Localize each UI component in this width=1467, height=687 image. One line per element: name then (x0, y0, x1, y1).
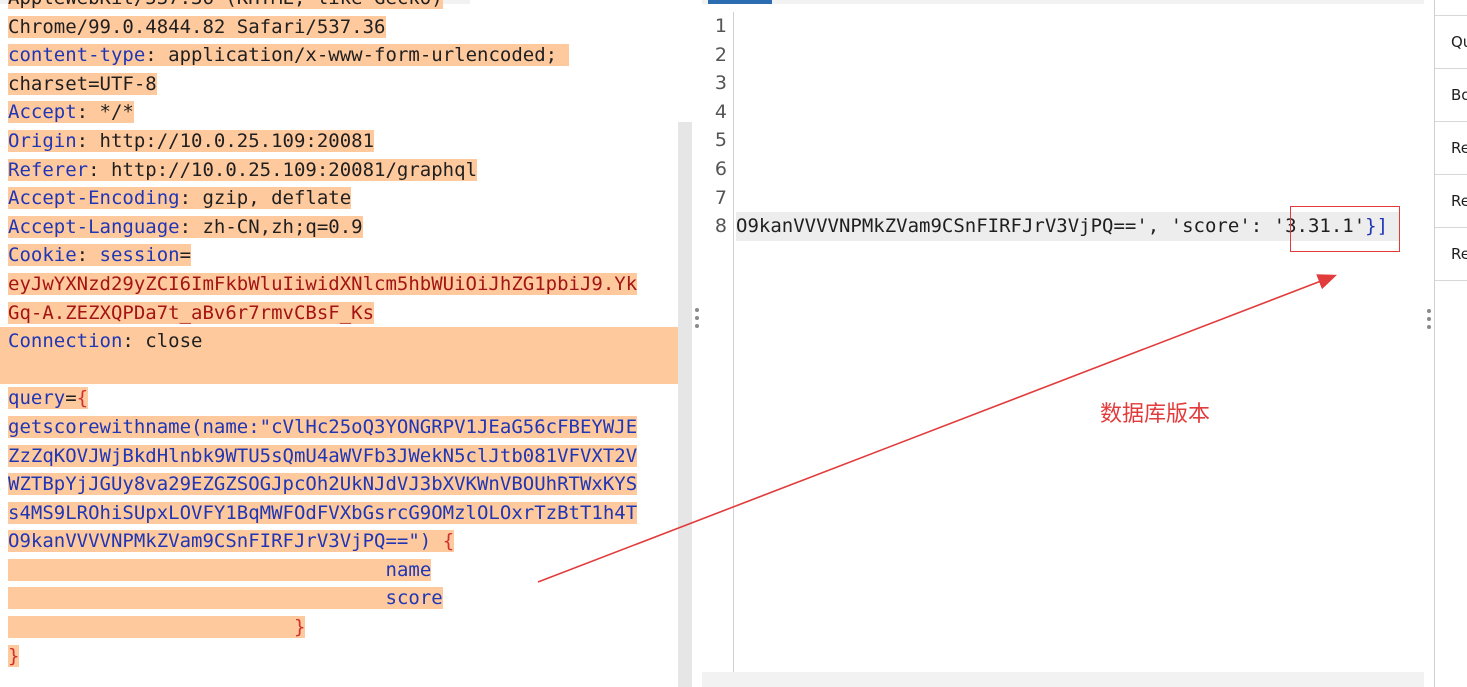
response-tab-strip (702, 0, 1424, 4)
annotation-label: 数据库版本 (1100, 402, 1211, 427)
request-line[interactable] (0, 355, 678, 385)
request-token: } (293, 616, 306, 639)
request-line[interactable]: Cookie: session= (0, 241, 678, 270)
splitter-grip-dot (695, 324, 699, 328)
request-token: query (8, 387, 66, 410)
line-number: 5 (714, 129, 727, 152)
splitter-grip-dot (1427, 309, 1431, 313)
line-number: 7 (714, 186, 727, 209)
request-token: : (76, 244, 100, 267)
request-token: getscorewithname(name:"cVlHc25oQ3YONGRPV… (8, 415, 638, 438)
request-token: s4MS9LROhiSUpxLOVFY1BqMWFOdFVXbGsrcG9OMz… (8, 501, 638, 524)
request-token: WZTBpYjJGUy8va29EZGZSOGJpcOh2UkNJdVJ3bXV… (8, 473, 638, 496)
request-token: Origin (8, 129, 77, 152)
request-token: score (385, 587, 443, 610)
line-number: 1 (714, 15, 727, 37)
request-token: { (431, 530, 455, 553)
response-horizontal-scrollbar[interactable] (702, 672, 1424, 687)
pane-splitter-left[interactable] (692, 0, 702, 687)
request-token: Gq-A.ZEZXQPDa7t_aBv6r7rmvCBsF_Ks (8, 301, 375, 324)
request-token: charset=UTF-8 (8, 72, 157, 95)
request-line[interactable]: } (0, 642, 678, 671)
splitter-grip-dot (1427, 325, 1431, 329)
request-token: Accept-Language (8, 215, 180, 238)
line-number-gutter: 1 2 3 4 5 6 7 8 (702, 12, 734, 672)
inspector-sidebar: QuBoReReRe (1434, 0, 1467, 687)
request-line[interactable]: Origin: http://10.0.25.109:20081 (0, 127, 678, 156)
request-token: : http://10.0.25.109:20081/graphql (88, 158, 478, 181)
request-token: : zh-CN,zh;q=0.9 (179, 215, 363, 238)
request-token: content-type (8, 44, 146, 67)
response-active-tab-indicator (708, 0, 772, 4)
request-line[interactable]: name (0, 556, 678, 585)
request-token: ZzZqKOVJWjBkdHlnbk9WTU5sQmU4aWVFb3JWekN5… (8, 444, 638, 467)
line-number: 3 (714, 72, 727, 95)
request-token (8, 616, 294, 638)
request-token: = (65, 387, 77, 410)
request-token: eyJwYXNzd29yZCI6ImFkbWluIiwidXNlcm5hbWUi… (8, 272, 638, 295)
request-token (8, 587, 386, 609)
request-token: O9kanVVVVNPMkZVam9CSnFIRFJrV3VjPQ==") (8, 530, 432, 553)
request-line[interactable]: getscorewithname(name:"cVlHc25oQ3YONGRPV… (0, 413, 678, 442)
response-editor[interactable]: 1 2 3 4 5 6 7 8 O9kanVVVVNPMkZVam9CSnFIRFJrV3Vj… (702, 0, 1424, 687)
inspector-items: QuBoReReRe (1435, 16, 1467, 281)
request-token: Chrome/99.0.4844.82 Safari/537.36 (8, 15, 386, 38)
request-token: AppleWebKit/537.36 (KHTML, like Gecko) (8, 0, 443, 9)
request-line[interactable]: WZTBpYjJGUy8va29EZGZSOGJpcOh2UkNJdVJ3bXV… (0, 470, 678, 499)
request-token: : */* (76, 101, 134, 124)
splitter-grip-dot (1427, 317, 1431, 321)
request-token: = (179, 244, 192, 267)
request-token: : application/x-www-form-urlencoded; (145, 44, 569, 67)
request-line[interactable]: Accept: */* (0, 98, 678, 127)
request-line[interactable]: Accept-Language: zh-CN,zh;q=0.9 (0, 213, 678, 242)
line-number: 4 (714, 100, 727, 123)
request-line[interactable]: } (0, 613, 678, 642)
request-token: : gzip, deflate (179, 187, 352, 210)
request-line[interactable]: score (0, 584, 678, 613)
request-scrollbar[interactable] (678, 122, 692, 687)
request-token: Accept (8, 101, 77, 124)
inspector-item[interactable]: Bo (1435, 69, 1467, 122)
request-token: Referer (8, 158, 89, 181)
request-token: session (99, 244, 180, 267)
request-line[interactable]: Chrome/99.0.4844.82 Safari/537.36 (0, 13, 678, 42)
request-editor[interactable]: AppleWebKit/537.36 (KHTML, like Gecko) Ch… (0, 0, 688, 687)
request-line[interactable]: O9kanVVVVNPMkZVam9CSnFIRFJrV3VjPQ==") { (0, 527, 678, 556)
request-line[interactable]: Gq-A.ZEZXQPDa7t_aBv6r7rmvCBsF_Ks (0, 299, 678, 328)
line-number: 6 (714, 157, 727, 180)
request-line[interactable]: Connection: close (0, 327, 678, 356)
pane-splitter-right[interactable] (1424, 0, 1434, 687)
request-line[interactable]: query={ (0, 384, 678, 413)
request-token: name (385, 558, 432, 581)
splitter-grip-dot (695, 308, 699, 312)
request-token: { (76, 387, 89, 410)
request-line[interactable]: ZzZqKOVJWjBkdHlnbk9WTU5sQmU4aWVFb3JWekN5… (0, 442, 678, 471)
request-text[interactable]: AppleWebKit/537.36 (KHTML, like Gecko) Ch… (0, 0, 678, 670)
request-token: Accept-Encoding (8, 187, 180, 210)
request-line[interactable]: content-type: application/x-www-form-url… (0, 41, 678, 70)
score-highlight-box (1290, 206, 1400, 252)
inspector-item[interactable]: Re (1435, 122, 1467, 175)
inspector-item[interactable]: Qu (1435, 16, 1467, 69)
request-token: } (8, 644, 20, 667)
request-line[interactable]: AppleWebKit/537.36 (KHTML, like Gecko) (0, 0, 678, 13)
request-line[interactable]: s4MS9LROhiSUpxLOVFY1BqMWFOdFVXbGsrcG9OMz… (0, 499, 678, 528)
request-line[interactable]: eyJwYXNzd29yZCI6ImFkbWluIiwidXNlcm5hbWUi… (0, 270, 678, 299)
splitter-grip-dot (695, 316, 699, 320)
inspector-item[interactable]: Re (1435, 228, 1467, 281)
request-line[interactable]: charset=UTF-8 (0, 70, 678, 99)
response-token: O9kanVVVVNPMkZVam9CSnFIRFJrV3VjPQ==', 's… (736, 215, 1274, 237)
request-token: Cookie (8, 244, 77, 267)
inspector-item[interactable]: Re (1435, 175, 1467, 228)
request-line[interactable]: Accept-Encoding: gzip, deflate (0, 184, 678, 213)
request-line[interactable]: Referer: http://10.0.25.109:20081/graphq… (0, 156, 678, 185)
request-token: : close (122, 330, 203, 353)
request-token (8, 559, 386, 581)
line-number: 2 (714, 43, 727, 66)
request-token: : http://10.0.25.109:20081 (76, 129, 375, 152)
line-number: 8 (714, 215, 727, 238)
inspector-top-spacer (1435, 0, 1467, 16)
request-token: Connection (8, 330, 123, 353)
